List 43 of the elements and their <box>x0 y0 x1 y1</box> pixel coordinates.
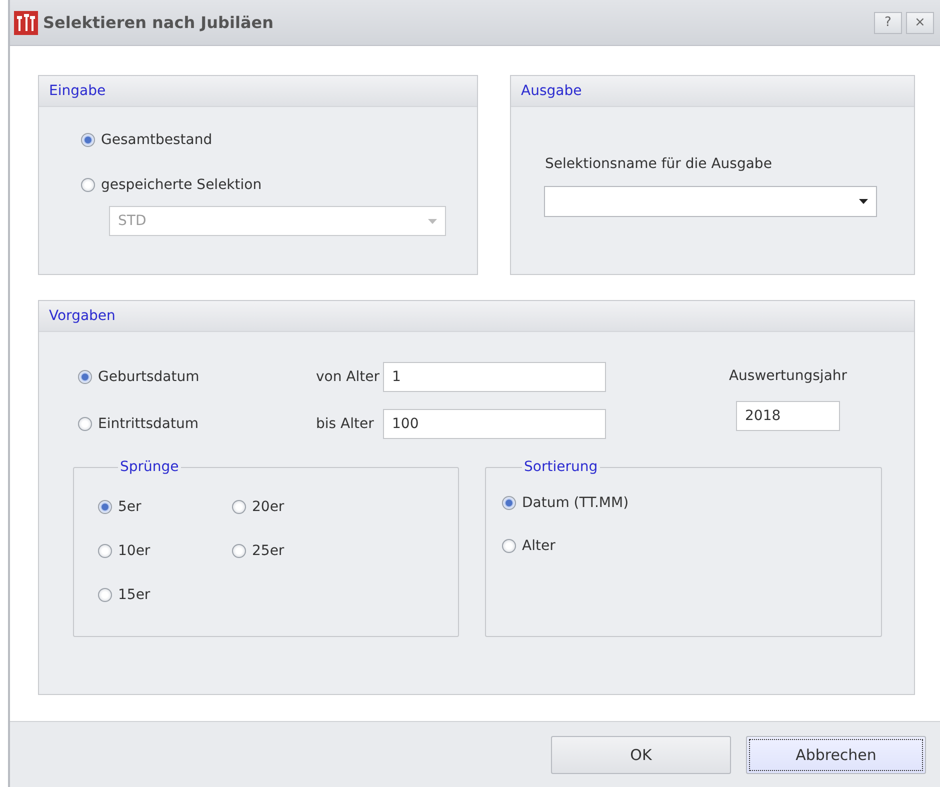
window-title: Selektieren nach Jubiläen <box>43 13 274 32</box>
radio-button[interactable] <box>502 496 516 510</box>
radio-button[interactable] <box>98 588 112 602</box>
app-logo-icon <box>14 10 38 34</box>
age-input[interactable]: 100 <box>383 409 606 439</box>
field-label: von Alter <box>316 369 380 385</box>
radio-button[interactable] <box>232 544 246 558</box>
radio-option[interactable]: 15er <box>98 587 150 603</box>
radio-button[interactable] <box>98 544 112 558</box>
radio-button[interactable] <box>232 500 246 514</box>
radio-option[interactable]: gespeicherte Selektion <box>81 177 262 193</box>
radio-button[interactable] <box>98 500 112 514</box>
selection-name-dropdown[interactable] <box>544 186 877 217</box>
panel-title: Eingabe <box>49 83 106 99</box>
radio-button[interactable] <box>81 133 95 147</box>
radio-option[interactable]: 20er <box>232 499 284 515</box>
close-button[interactable]: × <box>906 12 934 34</box>
radio-option[interactable]: 10er <box>98 543 150 559</box>
panel-title: Ausgabe <box>521 83 582 99</box>
cancel-button[interactable]: Abbrechen <box>746 736 926 774</box>
age-input[interactable]: 1 <box>383 362 606 392</box>
radio-option[interactable]: Gesamtbestand <box>81 132 212 148</box>
radio-button[interactable] <box>81 178 95 192</box>
radio-button[interactable] <box>502 539 516 553</box>
caret-icon <box>428 218 437 224</box>
group-title: Sortierung <box>523 459 599 475</box>
panel-title: Vorgaben <box>49 308 116 324</box>
radio-option[interactable]: Eintrittsdatum <box>78 416 198 432</box>
radio-option[interactable]: Alter <box>502 538 556 554</box>
year-input[interactable]: 2018 <box>736 401 840 431</box>
radio-button[interactable] <box>78 370 92 384</box>
caret-icon <box>859 199 868 204</box>
radio-button[interactable] <box>78 417 92 431</box>
radio-option[interactable]: 25er <box>232 543 284 559</box>
radio-option[interactable]: Geburtsdatum <box>78 369 200 385</box>
field-label: bis Alter <box>316 416 375 432</box>
field-label: Selektionsname für die Ausgabe <box>545 156 773 172</box>
ok-button[interactable]: OK <box>551 736 731 774</box>
help-button[interactable]: ? <box>874 12 902 34</box>
radio-option[interactable]: 5er <box>98 499 142 515</box>
radio-option[interactable]: Datum (TT.MM) <box>502 495 629 511</box>
field-label: Auswertungsjahr <box>728 368 848 384</box>
group-title: Sprünge <box>119 459 180 475</box>
